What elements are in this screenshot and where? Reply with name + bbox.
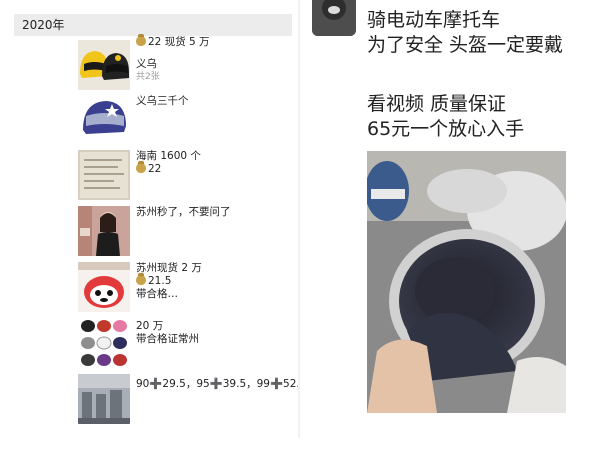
avatar-icon xyxy=(312,0,356,36)
post-7-text: 90➕29.5，95➕39.5，99➕52.5 xyxy=(136,378,306,391)
post-thumbnail-helmets[interactable] xyxy=(78,40,130,90)
post-1-price-line: 22 现货 5 万 xyxy=(136,34,210,49)
post-1-text: 22 现货 5 万 义乌 共2张 xyxy=(136,34,210,84)
year-label: 2020年 xyxy=(22,18,65,32)
video-caption-line-3: 看视频 质量保证 xyxy=(367,93,507,115)
warehouse-photo-icon xyxy=(78,374,130,424)
helmet-grid-icon xyxy=(78,318,130,368)
post-thumbnail-helmet-grid[interactable] xyxy=(78,318,130,368)
helmets-yellow-black-icon xyxy=(78,40,130,90)
video-caption-line-4: 65元一个放心入手 xyxy=(367,118,525,140)
post-6-text: 20 万 带合格证常州 xyxy=(136,320,199,346)
post-thumbnail-star-helmet[interactable] xyxy=(78,94,130,144)
post-5-caption: 苏州现货 2 万 xyxy=(136,262,202,274)
video-player[interactable] xyxy=(367,151,566,413)
money-bag-icon xyxy=(136,161,146,173)
post-3-price-line: 22 xyxy=(136,161,201,176)
person-photo-icon xyxy=(78,206,130,256)
post-4-text: 苏州秒了，不要问了 xyxy=(136,206,231,219)
post-thumbnail-cartoon[interactable] xyxy=(78,262,130,312)
money-bag-icon xyxy=(136,273,146,285)
video-caption-line-2: 为了安全 头盔一定要戴 xyxy=(367,34,564,56)
post-1-photo-count: 共2张 xyxy=(136,72,160,82)
post-6-certificate: 带合格证常州 xyxy=(136,333,199,345)
post-thumbnail-person[interactable] xyxy=(78,206,130,256)
video-caption-line-1: 骑电动车摩托车 xyxy=(367,9,501,31)
document-photo-icon xyxy=(78,150,130,200)
post-2-caption: 义乌三千个 xyxy=(136,95,189,107)
post-5-price-line: 21.5 xyxy=(136,273,202,288)
year-header: 2020年 xyxy=(14,14,292,36)
post-7-caption: 90➕29.5，95➕39.5，99➕52.5 xyxy=(136,378,307,390)
helmet-star-icon xyxy=(78,94,130,144)
post-5-certificate: 带合格… xyxy=(136,288,178,300)
post-3-caption: 海南 1600 个 xyxy=(136,150,201,162)
post-3-text: 海南 1600 个 22 xyxy=(136,150,201,176)
cartoon-helmet-icon xyxy=(78,262,130,312)
post-thumbnail-warehouse[interactable] xyxy=(78,374,130,424)
money-bag-icon xyxy=(136,34,146,46)
post-2-text: 义乌三千个 xyxy=(136,95,189,108)
post-4-caption: 苏州秒了，不要问了 xyxy=(136,206,231,218)
helmet-video-frame-icon xyxy=(367,151,566,413)
post-6-caption: 20 万 xyxy=(136,320,164,332)
post-1-location: 义乌 xyxy=(136,58,157,70)
post-thumbnail-document[interactable] xyxy=(78,150,130,200)
post-5-text: 苏州现货 2 万 21.5 带合格… xyxy=(136,262,202,301)
avatar[interactable] xyxy=(312,0,356,36)
